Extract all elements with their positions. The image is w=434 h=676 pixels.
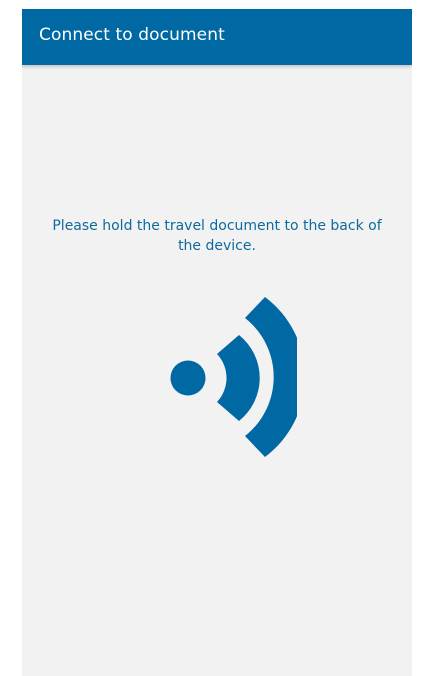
- app-bar: Connect to document: [22, 9, 412, 65]
- connect-to-document-screen: Connect to document Please hold the trav…: [22, 9, 412, 676]
- nfc-inner-wave: [217, 335, 260, 421]
- nfc-signal-icon: [170, 297, 297, 457]
- instruction-text: Please hold the travel document to the b…: [52, 218, 382, 254]
- page-title: Connect to document: [39, 25, 225, 45]
- nfc-dot: [170, 360, 206, 396]
